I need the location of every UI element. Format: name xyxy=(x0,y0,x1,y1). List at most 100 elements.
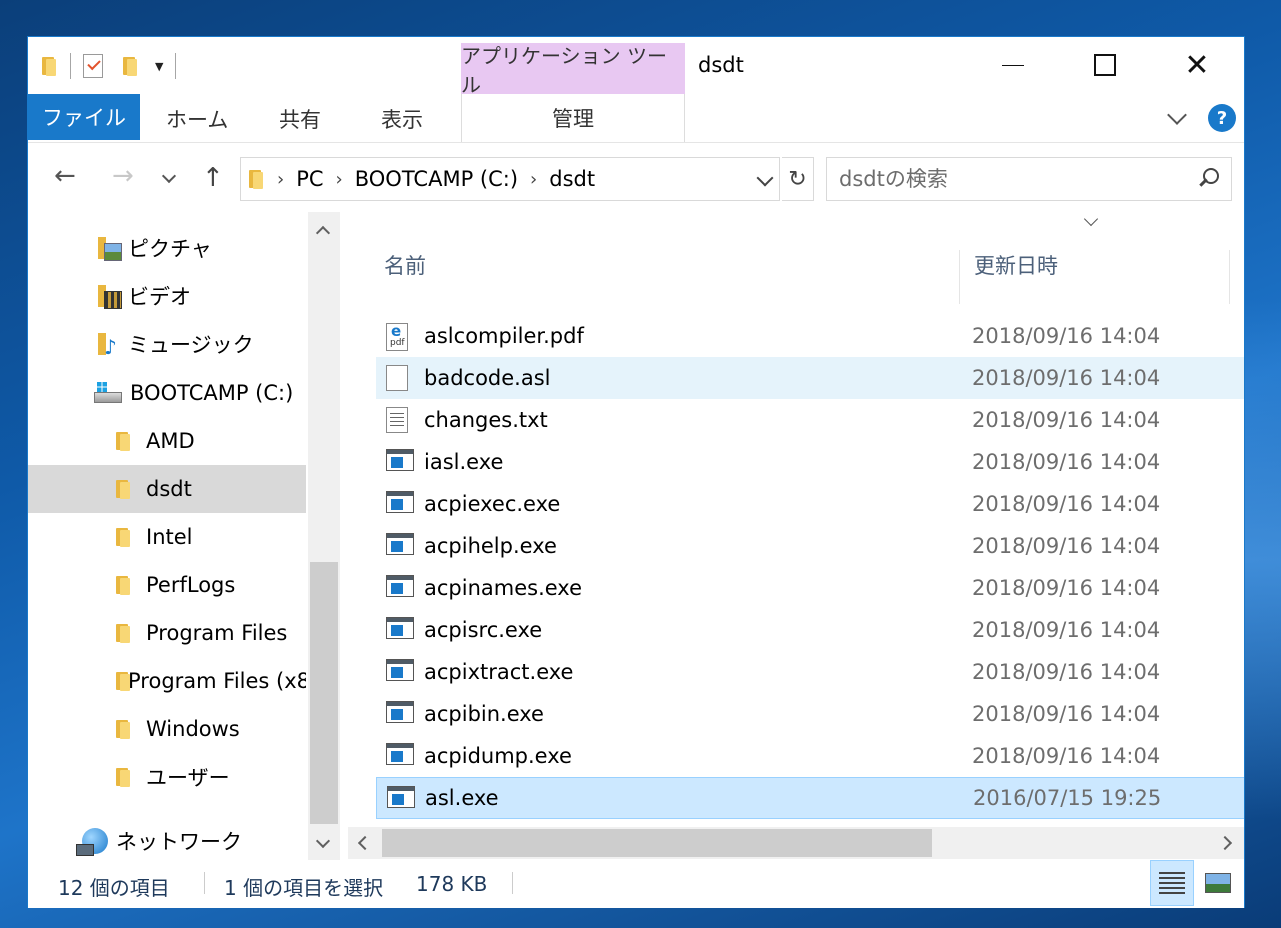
tab-share[interactable]: 共有 xyxy=(279,104,321,134)
forward-button[interactable]: → xyxy=(112,161,134,191)
folder-icon xyxy=(114,718,132,740)
file-row[interactable]: acpiexec.exe 2018/09/16 14:04 xyxy=(376,483,1244,525)
scroll-right-icon[interactable] xyxy=(1217,835,1233,851)
file-row[interactable]: changes.txt 2018/09/16 14:04 xyxy=(376,399,1244,441)
column-divider[interactable] xyxy=(1229,250,1230,304)
sidebar-item-users[interactable]: ユーザー xyxy=(28,753,306,801)
music-icon xyxy=(98,331,120,357)
breadcrumb-pc[interactable]: PC xyxy=(296,167,323,191)
file-explorer-window: ▼ アプリケーション ツール dsdt ✕ ファイル ホーム 共有 表示 管理 … xyxy=(27,36,1245,908)
sidebar-item-label: dsdt xyxy=(146,477,192,501)
file-row[interactable]: acpibin.exe 2018/09/16 14:04 xyxy=(376,693,1244,735)
breadcrumb-separator-icon[interactable]: › xyxy=(336,169,343,190)
folder-icon xyxy=(114,574,132,596)
file-row[interactable]: badcode.asl 2018/09/16 14:04 xyxy=(376,357,1244,399)
sidebar-item-videos[interactable]: ビデオ xyxy=(28,272,306,320)
sidebar-item-label: ネットワーク xyxy=(116,830,242,854)
horizontal-scrollbar[interactable] xyxy=(348,827,1244,859)
back-button[interactable]: ← xyxy=(54,161,76,191)
file-row[interactable]: asl.exe 2016/07/15 19:25 xyxy=(376,777,1244,819)
exe-icon xyxy=(386,491,414,513)
file-row[interactable]: aslcompiler.pdf 2018/09/16 14:04 xyxy=(376,315,1244,357)
file-row[interactable]: iasl.exe 2018/09/16 14:04 xyxy=(376,441,1244,483)
sidebar-item-bootcamp-drive[interactable]: BOOTCAMP (C:) xyxy=(28,369,306,417)
large-icons-view-button[interactable] xyxy=(1196,860,1240,906)
address-bar[interactable]: › PC › BOOTCAMP (C:) › dsdt xyxy=(240,157,780,201)
minimize-button[interactable] xyxy=(990,45,1036,85)
scrollbar-thumb[interactable] xyxy=(310,562,338,824)
tab-home[interactable]: ホーム xyxy=(166,104,228,134)
address-dropdown-chevron-icon[interactable] xyxy=(756,169,774,187)
sidebar-item-label: Program Files (x86) xyxy=(128,669,306,693)
file-name: iasl.exe xyxy=(424,450,504,474)
sidebar-item-perflogs[interactable]: PerfLogs xyxy=(28,561,306,609)
selection-count: 1 個の項目を選択 xyxy=(224,876,384,900)
file-row[interactable]: acpidump.exe 2018/09/16 14:04 xyxy=(376,735,1244,777)
file-row[interactable]: acpisrc.exe 2018/09/16 14:04 xyxy=(376,609,1244,651)
column-header-date-modified[interactable]: 更新日時 xyxy=(974,250,1058,280)
expand-ribbon-chevron-icon[interactable] xyxy=(1166,106,1188,128)
up-button[interactable]: ↑ xyxy=(202,163,224,193)
scrollbar-thumb[interactable] xyxy=(382,829,932,857)
properties-icon[interactable] xyxy=(83,54,103,78)
breadcrumb-separator-icon[interactable]: › xyxy=(530,169,537,190)
tab-manage[interactable]: 管理 xyxy=(461,94,685,142)
sidebar-scrollbar[interactable] xyxy=(308,212,340,860)
new-folder-icon[interactable] xyxy=(121,55,139,77)
file-row[interactable]: acpinames.exe 2018/09/16 14:04 xyxy=(376,567,1244,609)
details-view-button[interactable] xyxy=(1150,860,1194,906)
sidebar-item-intel[interactable]: Intel xyxy=(28,513,306,561)
toolbar-divider xyxy=(70,53,71,79)
sidebar-item-pictures[interactable]: ピクチャ xyxy=(28,224,306,272)
sidebar-item-windows[interactable]: Windows xyxy=(28,705,306,753)
file-name: acpidump.exe xyxy=(424,744,572,768)
file-date: 2018/09/16 14:04 xyxy=(972,492,1161,516)
sidebar-item-program-files[interactable]: Program Files xyxy=(28,609,306,657)
search-icon[interactable] xyxy=(1197,168,1219,190)
column-header-name[interactable]: 名前 xyxy=(384,250,426,280)
sidebar-item-amd[interactable]: AMD xyxy=(28,417,306,465)
file-row[interactable]: acpihelp.exe 2018/09/16 14:04 xyxy=(376,525,1244,567)
tab-file[interactable]: ファイル xyxy=(28,94,140,140)
close-button[interactable]: ✕ xyxy=(1174,45,1220,85)
sidebar-item-label: Intel xyxy=(146,525,193,549)
exe-icon xyxy=(386,575,414,597)
breadcrumb-current-folder[interactable]: dsdt xyxy=(549,167,595,191)
file-date: 2018/09/16 14:04 xyxy=(972,744,1161,768)
sidebar-item-label: Program Files xyxy=(146,621,288,645)
exe-icon xyxy=(386,743,414,765)
scroll-up-icon[interactable] xyxy=(315,225,331,241)
file-date: 2018/09/16 14:04 xyxy=(972,366,1161,390)
sidebar-item-program-files-x86[interactable]: Program Files (x86) xyxy=(28,657,306,705)
refresh-button[interactable]: ↻ xyxy=(782,157,814,201)
title-bar: ▼ アプリケーション ツール dsdt ✕ xyxy=(28,37,1244,97)
file-name: changes.txt xyxy=(424,408,548,432)
file-row[interactable]: acpixtract.exe 2018/09/16 14:04 xyxy=(376,651,1244,693)
file-date: 2018/09/16 14:04 xyxy=(972,702,1161,726)
maximize-button[interactable] xyxy=(1082,45,1128,85)
column-divider[interactable] xyxy=(959,250,960,304)
sidebar-item-label: Windows xyxy=(146,717,240,741)
network-icon xyxy=(76,828,108,856)
file-name: badcode.asl xyxy=(424,366,551,390)
exe-icon xyxy=(386,449,414,471)
sidebar-item-music[interactable]: ミュージック xyxy=(28,320,306,368)
help-icon[interactable]: ? xyxy=(1208,104,1236,132)
tab-view[interactable]: 表示 xyxy=(381,104,423,134)
sidebar-item-dsdt[interactable]: dsdt xyxy=(28,465,306,513)
breadcrumb-drive[interactable]: BOOTCAMP (C:) xyxy=(355,167,518,191)
file-name: acpiexec.exe xyxy=(424,492,561,516)
search-box[interactable] xyxy=(826,157,1232,201)
status-bar: 12 個の項目 1 個の項目を選択 178 KB xyxy=(28,860,1244,908)
scroll-left-icon[interactable] xyxy=(357,835,373,851)
file-name: acpixtract.exe xyxy=(424,660,574,684)
breadcrumb-separator-icon[interactable]: › xyxy=(277,169,284,190)
sidebar-item-network[interactable]: ネットワーク xyxy=(28,817,306,860)
recent-locations-chevron-icon[interactable] xyxy=(161,168,177,184)
file-icon xyxy=(386,365,408,391)
search-input[interactable] xyxy=(839,167,1179,191)
file-name: acpihelp.exe xyxy=(424,534,557,558)
scroll-down-icon[interactable] xyxy=(315,833,331,849)
customize-toolbar-dropdown-icon[interactable]: ▼ xyxy=(155,60,163,73)
file-date: 2016/07/15 19:25 xyxy=(973,786,1162,810)
